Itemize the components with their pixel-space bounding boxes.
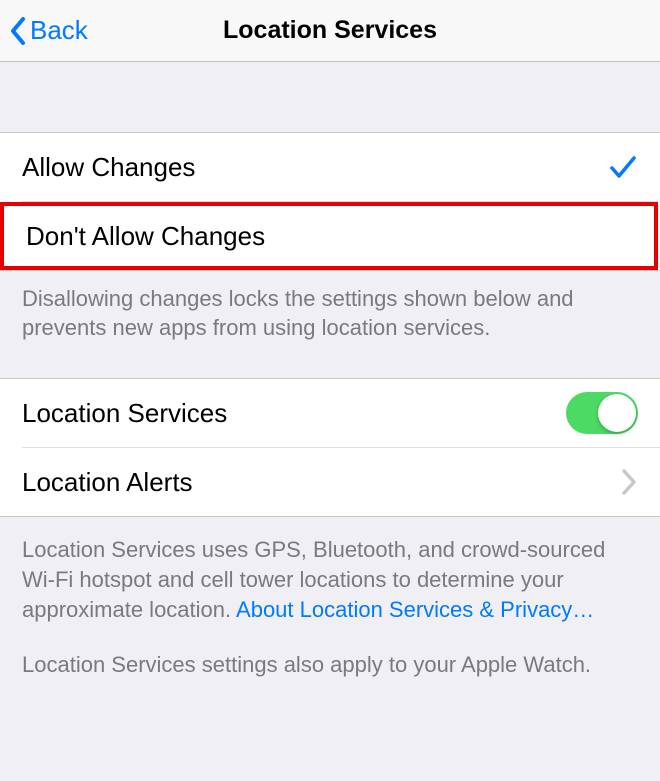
page-title: Location Services [223, 16, 437, 45]
allow-changes-label: Allow Changes [22, 152, 195, 183]
toggle-knob [598, 394, 636, 432]
location-alerts-row[interactable]: Location Alerts [0, 448, 660, 516]
location-services-row[interactable]: Location Services [0, 379, 660, 447]
applewatch-footer: Location Services settings also apply to… [0, 642, 660, 698]
location-alerts-label: Location Alerts [22, 467, 193, 498]
dont-allow-changes-row[interactable]: Don't Allow Changes [0, 202, 658, 270]
allow-changes-row[interactable]: Allow Changes [0, 133, 660, 201]
changes-group: Allow Changes Don't Allow Changes [0, 132, 660, 271]
services-group: Location Services Location Alerts [0, 378, 660, 517]
checkmark-icon [608, 152, 638, 182]
services-footer: Location Services uses GPS, Bluetooth, a… [0, 517, 660, 642]
back-button[interactable]: Back [0, 15, 88, 46]
navigation-bar: Back Location Services [0, 0, 660, 62]
spacer [0, 364, 660, 378]
back-label: Back [30, 15, 88, 46]
spacer [0, 62, 660, 132]
location-services-toggle[interactable] [566, 392, 638, 434]
chevron-right-icon [620, 468, 638, 496]
dont-allow-changes-label: Don't Allow Changes [26, 221, 265, 252]
location-services-label: Location Services [22, 398, 227, 429]
about-privacy-link[interactable]: About Location Services & Privacy… [236, 597, 594, 622]
chevron-back-icon [8, 16, 28, 46]
changes-footer: Disallowing changes locks the settings s… [0, 271, 660, 364]
